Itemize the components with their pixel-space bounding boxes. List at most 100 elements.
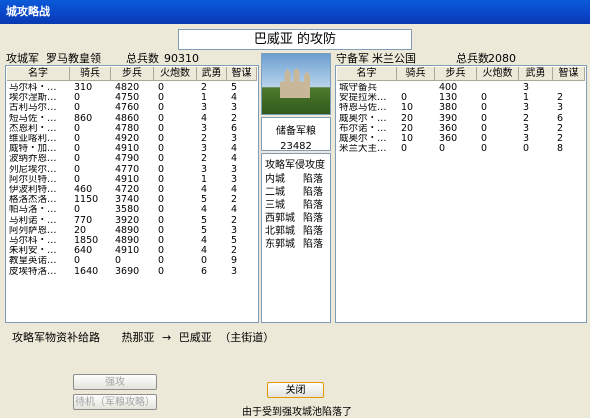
table-row[interactable]: 杰恩利・… 0 4780 0 3 6 xyxy=(7,124,257,134)
close-button[interactable]: 关闭 xyxy=(267,382,324,398)
table-row[interactable]: 威奥尔・… 10 360 0 3 2 xyxy=(337,134,585,144)
unit-name: 帕马洛・… xyxy=(9,205,57,216)
table-row[interactable]: 伊波利特… 460 4720 0 4 4 xyxy=(7,185,257,195)
supply-note: （主街道） xyxy=(219,331,275,344)
cell-value: 0 xyxy=(158,103,165,114)
supply-to: 巴威亚 xyxy=(178,331,212,344)
cell-value: 10 xyxy=(401,103,414,114)
table-row[interactable]: 帕马洛・… 0 3580 0 4 4 xyxy=(7,205,257,215)
cell-value: 6 xyxy=(201,266,208,277)
cell-value: 0 xyxy=(158,174,165,185)
defender-total: 2080 xyxy=(488,52,516,65)
table-row[interactable]: 教皇英诺… 0 0 0 0 9 xyxy=(7,256,257,266)
cell-value: 5 xyxy=(231,236,238,246)
invasion-row: 三城 陷落 xyxy=(265,200,323,211)
table-row[interactable]: 安提拉米… 0 130 0 1 2 xyxy=(337,93,585,103)
table-row[interactable]: 短马佐・… 860 4860 0 4 2 xyxy=(7,114,257,124)
table-row[interactable]: 马尔科・… 310 4820 0 2 5 xyxy=(7,83,257,93)
cell-value: 0 xyxy=(74,144,81,155)
cell-value: 2 xyxy=(523,113,530,124)
table-row[interactable]: 朱利安・… 640 4910 0 4 2 xyxy=(7,246,257,256)
unit-name: 杰恩利・… xyxy=(9,123,57,134)
table-row[interactable]: 维亚喀利… 0 4920 0 2 3 xyxy=(7,134,257,144)
column-header[interactable]: 智谋 xyxy=(553,67,585,81)
unit-name: 马利诺・… xyxy=(9,215,57,226)
column-header[interactable]: 武勇 xyxy=(519,67,553,81)
table-row[interactable]: 米兰大主… 0 0 0 0 8 xyxy=(337,144,585,154)
cell-value: 0 xyxy=(158,154,165,165)
attacker-total-label: 总兵数 xyxy=(126,52,159,65)
cell-value: 0 xyxy=(74,103,81,114)
column-header[interactable]: 武勇 xyxy=(197,67,227,81)
table-row[interactable]: 波纳乔恩… 0 4790 0 2 4 xyxy=(7,154,257,164)
cell-value: 0 xyxy=(158,246,165,257)
unit-name: 米兰大主… xyxy=(339,144,387,155)
unit-name: 马尔科・… xyxy=(9,236,57,246)
cell-value: 2 xyxy=(231,246,238,257)
table-row[interactable]: 马利诺・… 770 3920 0 5 2 xyxy=(7,216,257,226)
table-row[interactable]: 威奥尔・… 20 390 0 2 6 xyxy=(337,114,585,124)
attack-button[interactable]: 强攻 xyxy=(73,374,157,390)
invasion-row: 北郭城 陷落 xyxy=(265,226,323,237)
cell-value: 3920 xyxy=(115,215,140,226)
column-header[interactable]: 步兵 xyxy=(435,67,477,81)
reserve-value: 23482 xyxy=(280,141,312,152)
unit-name: 埃尔涅斯… xyxy=(9,93,57,104)
cell-value: 5 xyxy=(201,225,208,236)
table-row[interactable]: 布尔诺・… 20 360 0 3 2 xyxy=(337,124,585,134)
column-header[interactable]: 名字 xyxy=(337,67,397,81)
column-header[interactable]: 名字 xyxy=(7,67,70,81)
table-row[interactable]: 列尼埃尔… 0 4770 0 3 3 xyxy=(7,165,257,175)
cell-value: 2 xyxy=(557,93,564,104)
table-row[interactable]: 城守备兵 400 3 xyxy=(337,83,585,93)
cell-value: 0 xyxy=(74,154,81,165)
cell-value: 0 xyxy=(158,185,165,195)
column-header[interactable]: 骑兵 xyxy=(397,67,435,81)
table-row[interactable]: 阿尔贝特… 0 4910 0 1 3 xyxy=(7,175,257,185)
column-header[interactable]: 火炮数 xyxy=(154,67,197,81)
unit-name: 古利马尔… xyxy=(9,103,57,114)
column-header[interactable]: 火炮数 xyxy=(477,67,519,81)
cell-value: 2 xyxy=(231,113,238,124)
unit-name: 伊波利特… xyxy=(9,185,57,195)
cell-value: 4 xyxy=(201,113,208,124)
cell-value: 0 xyxy=(158,144,165,155)
cell-value: 4 xyxy=(231,154,238,165)
table-row[interactable]: 埃尔涅斯… 0 4750 0 1 4 xyxy=(7,93,257,103)
cell-value: 0 xyxy=(439,144,446,155)
supply-label: 攻略军物资补给路 xyxy=(12,331,100,344)
cell-value: 1 xyxy=(201,93,208,104)
cell-value: 4890 xyxy=(115,225,140,236)
table-row[interactable]: 马尔科・… 1850 4890 0 4 5 xyxy=(7,236,257,246)
reserve-label: 储备军粮 xyxy=(276,126,316,137)
wait-button[interactable]: 待机（军粮攻略） xyxy=(73,394,157,410)
cell-value: 130 xyxy=(439,93,458,104)
table-row[interactable]: 特恩马佐… 10 380 0 3 3 xyxy=(337,103,585,113)
cell-value: 400 xyxy=(439,83,458,93)
defender-table[interactable]: 名字 骑兵 步兵 火炮数 武勇 智谋城守备兵 400 3 安提拉米… 0 130 0 1 2 特恩马佐… 10… xyxy=(335,65,587,323)
column-header[interactable]: 步兵 xyxy=(111,67,154,81)
attacker-table[interactable]: 名字 骑兵 步兵 火炮数 武勇 智谋马尔科・… 310 4820 0 2 5 埃尔涅斯… 0 4750 0 1… xyxy=(5,65,259,323)
cell-value: 4 xyxy=(201,205,208,216)
defender-label: 守备军 xyxy=(336,52,369,65)
unit-name: 列尼埃尔… xyxy=(9,164,57,175)
table-row[interactable]: 阿列萨恩… 20 4890 0 5 3 xyxy=(7,226,257,236)
table-row[interactable]: 格洛杰洛… 1150 3740 0 5 2 xyxy=(7,195,257,205)
table-row[interactable]: 威特・加… 0 4910 0 3 4 xyxy=(7,144,257,154)
column-header[interactable]: 智谋 xyxy=(227,67,257,81)
castle-shape xyxy=(280,68,310,98)
table-row[interactable]: 古利马尔… 0 4760 0 3 3 xyxy=(7,103,257,113)
cell-value: 0 xyxy=(158,83,165,93)
cell-value: 0 xyxy=(481,134,488,144)
table-row[interactable]: 皮埃特洛… 1640 3690 0 6 3 xyxy=(7,267,257,277)
cell-value: 4780 xyxy=(115,123,140,134)
supply-from: 热那亚 xyxy=(121,331,155,344)
attacker-commander: 罗马教皇领 xyxy=(46,52,101,65)
cell-value: 0 xyxy=(158,134,165,144)
column-header[interactable]: 骑兵 xyxy=(70,67,111,81)
cell-value: 4760 xyxy=(115,103,140,114)
cell-value: 3740 xyxy=(115,195,140,206)
cell-value: 4 xyxy=(231,205,238,216)
cell-value: 4910 xyxy=(115,144,140,155)
cell-value: 860 xyxy=(74,113,93,124)
